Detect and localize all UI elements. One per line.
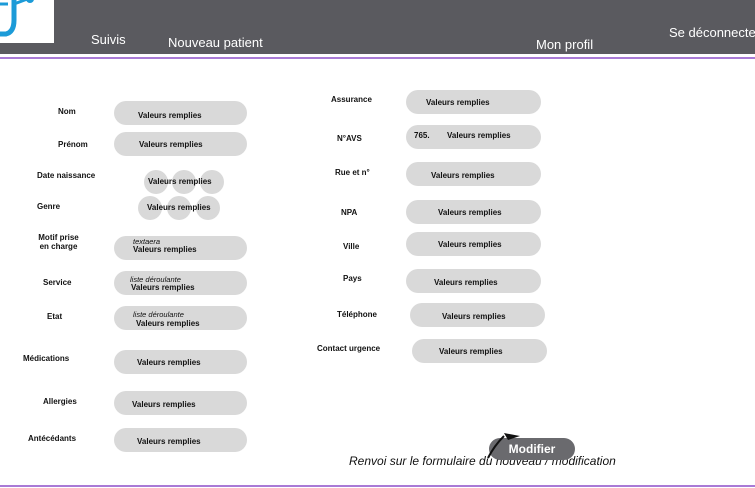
field-value: Valeurs remplies bbox=[434, 278, 498, 287]
field-prefix: 765. bbox=[414, 131, 430, 140]
field-value: Valeurs remplies bbox=[131, 283, 195, 292]
label-ville: Ville bbox=[343, 242, 360, 251]
field-telephone[interactable]: Valeurs remplies bbox=[410, 303, 545, 327]
field-rue[interactable]: Valeurs remplies bbox=[406, 162, 541, 186]
field-value: Valeurs remplies bbox=[137, 358, 201, 367]
label-date-naissance: Date naissance bbox=[37, 171, 96, 180]
field-value: Valeurs remplies bbox=[137, 437, 201, 446]
field-value: Valeurs remplies bbox=[438, 240, 502, 249]
field-value: Valeurs remplies bbox=[426, 98, 490, 107]
logo-icon bbox=[0, 0, 34, 37]
label-motif-prise-en-charge: Motif prise en charge bbox=[38, 233, 79, 251]
nav-logout[interactable]: Se déconnecte bbox=[669, 25, 755, 40]
field-hint: liste déroulante bbox=[133, 310, 184, 319]
label-etat: Etat bbox=[47, 312, 63, 321]
field-value: Valeurs remplies bbox=[447, 131, 511, 140]
label-nom: Nom bbox=[58, 107, 76, 116]
field-value: Valeurs remplies bbox=[136, 319, 200, 328]
label-prenom: Prénom bbox=[58, 140, 88, 149]
field-navs[interactable]: 765. Valeurs remplies bbox=[406, 125, 541, 149]
field-motif-textarea[interactable]: textaera Valeurs remplies bbox=[114, 236, 247, 260]
nav-my-profile[interactable]: Mon profil bbox=[536, 37, 593, 52]
nav-followups[interactable]: Suivis bbox=[91, 32, 126, 47]
field-ville[interactable]: Valeurs remplies bbox=[406, 232, 541, 256]
label-antecedants: Antécédants bbox=[28, 434, 77, 443]
genre-value: Valeurs remplies bbox=[147, 203, 211, 212]
field-value: Valeurs remplies bbox=[133, 245, 197, 254]
field-contact-urgence[interactable]: Valeurs remplies bbox=[412, 339, 547, 363]
field-prenom[interactable]: Valeurs remplies bbox=[114, 132, 247, 156]
field-nom[interactable]: Valeurs remplies bbox=[114, 101, 247, 125]
label-contact-urgence: Contact urgence bbox=[317, 344, 381, 353]
label-npa: NPA bbox=[341, 208, 358, 217]
field-antecedants[interactable]: Valeurs remplies bbox=[114, 428, 247, 452]
date-naissance-value: Valeurs remplies bbox=[148, 177, 212, 186]
field-allergies[interactable]: Valeurs remplies bbox=[114, 391, 247, 415]
label-assurance: Assurance bbox=[331, 95, 372, 104]
app-logo[interactable] bbox=[0, 0, 54, 43]
field-value: Valeurs remplies bbox=[438, 208, 502, 217]
field-etat-dropdown[interactable]: liste déroulante Valeurs remplies bbox=[114, 306, 247, 330]
footer-divider bbox=[0, 485, 755, 487]
field-npa[interactable]: Valeurs remplies bbox=[406, 200, 541, 224]
field-medications[interactable]: Valeurs remplies bbox=[114, 350, 247, 374]
field-assurance[interactable]: Valeurs remplies bbox=[406, 90, 541, 114]
label-genre: Genre bbox=[37, 202, 61, 211]
field-value: Valeurs remplies bbox=[132, 400, 196, 409]
label-service: Service bbox=[43, 278, 72, 287]
field-pays[interactable]: Valeurs remplies bbox=[406, 269, 541, 293]
label-allergies: Allergies bbox=[43, 397, 77, 406]
arrow-annotation-icon bbox=[487, 433, 520, 459]
nav-new-patient[interactable]: Nouveau patient bbox=[168, 35, 263, 50]
label-pays: Pays bbox=[343, 274, 362, 283]
annotation-note: Renvoi sur le formulaire du nouveau / mo… bbox=[349, 454, 616, 468]
label-navs: N°AVS bbox=[337, 134, 362, 143]
label-telephone: Téléphone bbox=[337, 310, 378, 319]
field-value: Valeurs remplies bbox=[431, 171, 495, 180]
header-divider bbox=[0, 57, 755, 59]
field-value: Valeurs remplies bbox=[442, 312, 506, 321]
label-rue: Rue et n° bbox=[335, 168, 370, 177]
field-service-dropdown[interactable]: liste déroulante Valeurs remplies bbox=[114, 271, 247, 295]
label-medications: Médications bbox=[23, 354, 70, 363]
field-value: Valeurs remplies bbox=[139, 140, 203, 149]
field-value: Valeurs remplies bbox=[138, 111, 202, 120]
field-value: Valeurs remplies bbox=[439, 347, 503, 356]
